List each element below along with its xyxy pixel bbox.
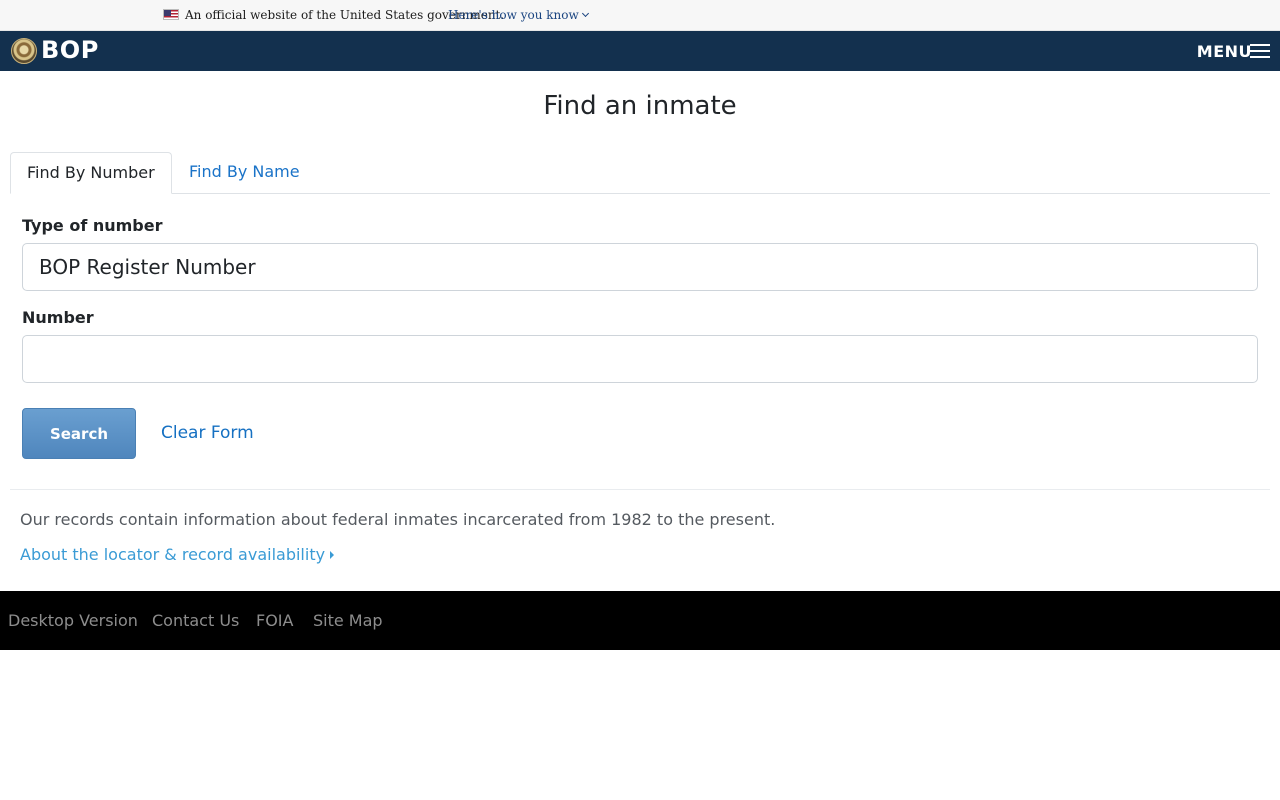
clear-form-link[interactable]: Clear Form (161, 423, 254, 443)
footer-link-foia[interactable]: FOIA (256, 611, 293, 630)
gov-banner: An official website of the United States… (0, 0, 1280, 31)
type-of-number-select[interactable]: BOP Register Number (22, 243, 1258, 291)
page-title: Find an inmate (543, 91, 737, 121)
about-locator-label: About the locator & record availability (20, 545, 326, 564)
records-note: Our records contain information about fe… (20, 510, 776, 529)
hamburger-icon (1250, 44, 1270, 58)
heres-how-you-know-label: Here's how you know (448, 8, 579, 22)
search-button[interactable]: Search (22, 408, 136, 459)
number-input[interactable] (22, 335, 1258, 383)
heres-how-you-know-link[interactable]: Here's how you know (448, 8, 589, 22)
chevron-down-icon (581, 9, 589, 18)
divider (10, 489, 1270, 490)
site-footer: Desktop Version Contact Us FOIA Site Map (0, 591, 1280, 650)
footer-link-desktop-version[interactable]: Desktop Version (8, 611, 138, 630)
search-tabs: Find By Number Find By Name (10, 152, 1270, 194)
tab-find-by-number[interactable]: Find By Number (10, 152, 172, 194)
footer-link-contact-us[interactable]: Contact Us (152, 611, 239, 630)
footer-link-site-map[interactable]: Site Map (313, 611, 383, 630)
menu-label: MENU (1196, 41, 1252, 61)
logo-text[interactable]: BOP (41, 36, 99, 64)
menu-button[interactable]: MENU (1197, 39, 1270, 63)
us-flag-icon (163, 9, 179, 20)
tab-find-by-name[interactable]: Find By Name (173, 152, 316, 194)
site-header: BOP MENU (0, 31, 1280, 71)
bop-seal-logo[interactable] (11, 38, 37, 64)
caret-right-icon (330, 551, 335, 559)
about-locator-link[interactable]: About the locator & record availability (20, 545, 335, 564)
type-of-number-label: Type of number (22, 216, 163, 235)
number-label: Number (22, 308, 94, 327)
